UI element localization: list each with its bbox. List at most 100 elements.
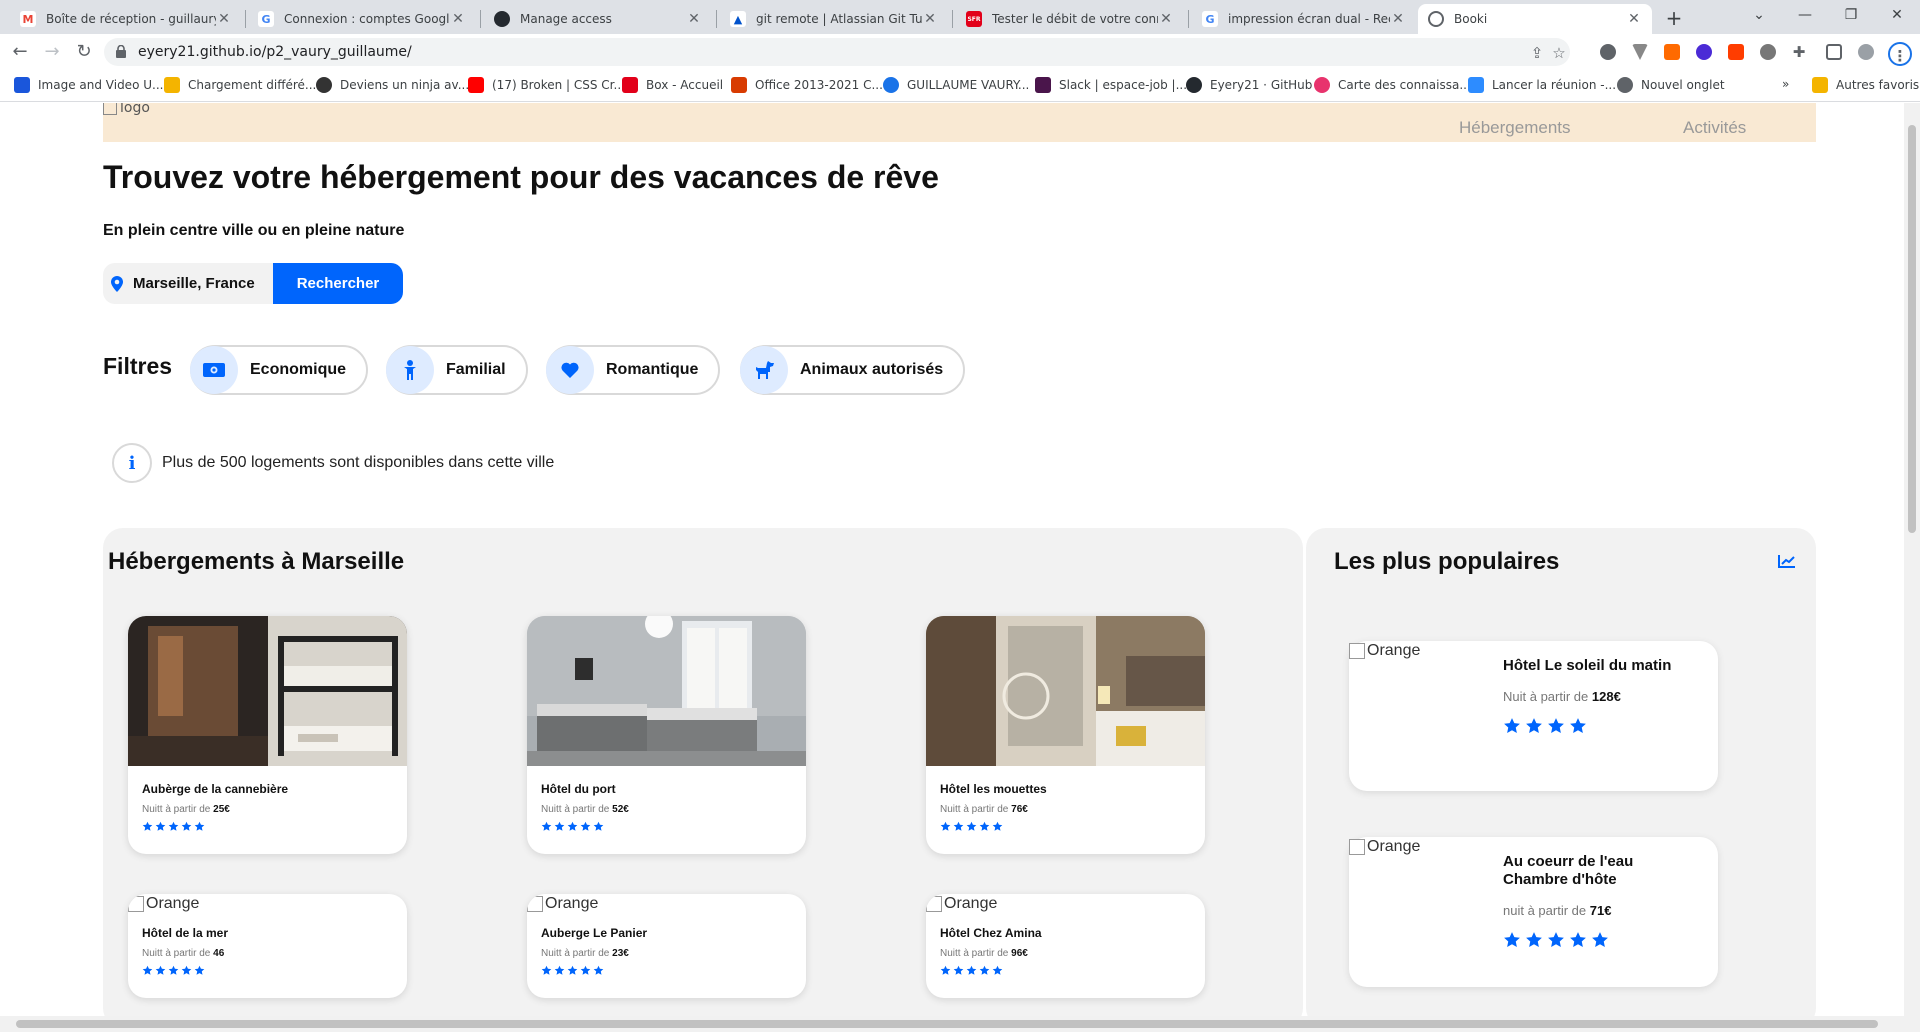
extension-orange-icon[interactable]: [1664, 44, 1680, 60]
hebergement-card[interactable]: Orange Hôtel de la mer Nuitt à partir de…: [128, 894, 407, 998]
hotel-photo: [128, 616, 407, 766]
restore-button[interactable]: ❐: [1828, 0, 1874, 30]
close-icon[interactable]: ✕: [1626, 11, 1642, 27]
hotel-photo: [527, 616, 806, 766]
filter-familial[interactable]: Familial: [386, 345, 528, 395]
close-icon[interactable]: ✕: [216, 11, 232, 27]
back-button[interactable]: ←: [8, 40, 32, 64]
url-text[interactable]: eyery21.github.io/p2_vaury_guillaume/: [138, 44, 412, 60]
bookmark-favicon-icon: [14, 77, 30, 93]
star-icon: [554, 821, 565, 831]
broken-image-icon: [103, 103, 117, 115]
reload-button[interactable]: ↻: [72, 40, 96, 64]
scrollbar-thumb[interactable]: [1908, 125, 1916, 533]
extensions-puzzle-icon[interactable]: ✚: [1790, 43, 1808, 61]
address-bar[interactable]: eyery21.github.io/p2_vaury_guillaume/ ⇪ …: [104, 38, 1570, 66]
popular-card[interactable]: Orange Au coeurr de l'eau Chambre d'hôte…: [1349, 837, 1718, 987]
close-window-button[interactable]: ✕: [1874, 0, 1920, 30]
minimize-button[interactable]: —: [1782, 0, 1828, 30]
filter-animaux[interactable]: Animaux autorisés: [740, 345, 966, 395]
search-button[interactable]: Rechercher: [273, 263, 403, 304]
gmail-icon: M: [20, 11, 36, 27]
dog-icon: [740, 346, 788, 394]
search-field[interactable]: [103, 263, 273, 304]
sidepanel-icon[interactable]: [1826, 44, 1842, 60]
forward-button[interactable]: →: [40, 40, 64, 64]
lock-icon: [116, 45, 126, 58]
menu-kebab-icon[interactable]: ⋮: [1888, 42, 1912, 66]
close-icon[interactable]: ✕: [1158, 11, 1174, 27]
more-bookmarks-button[interactable]: »: [1782, 77, 1789, 91]
close-icon[interactable]: ✕: [686, 11, 702, 27]
star-icon: [580, 821, 591, 831]
hebergement-card[interactable]: Hôtel du port Nuitt à partir de 52€: [527, 616, 806, 854]
logo[interactable]: logo: [103, 103, 150, 116]
tab-search-button[interactable]: ⌄: [1736, 0, 1782, 30]
map-pin-icon: [111, 275, 123, 292]
bookmark-item[interactable]: Chargement différé...: [164, 77, 316, 93]
browser-tab-6[interactable]: G impression écran dual - Recherc ✕: [1192, 4, 1416, 34]
star-icon: [541, 821, 552, 831]
wordpress-icon[interactable]: [1600, 44, 1616, 60]
nav-link-activites[interactable]: Activités: [1683, 118, 1746, 138]
zoom-icon: [1468, 77, 1484, 93]
bookmark-item[interactable]: Slack | espace-job |...: [1035, 77, 1187, 93]
star-icon: [194, 965, 205, 975]
hebergement-card[interactable]: Orange Hôtel Chez Amina Nuitt à partir d…: [926, 894, 1205, 998]
bookmark-favicon-icon: [316, 77, 332, 93]
star-icon: [1570, 718, 1586, 733]
bookmark-item[interactable]: Eyery21 · GitHub: [1186, 77, 1312, 93]
other-bookmarks-folder[interactable]: Autres favoris: [1812, 77, 1919, 93]
browser-tab-1[interactable]: M Boîte de réception - guillaury.gv ✕: [10, 4, 242, 34]
page-title: Trouvez votre hébergement pour des vacan…: [103, 159, 939, 195]
bookmark-item[interactable]: Office 2013-2021 C...: [731, 77, 883, 93]
star-icon: [1504, 718, 1520, 733]
close-icon[interactable]: ✕: [450, 11, 466, 27]
share-icon[interactable]: ⇪: [1528, 44, 1546, 62]
bookmark-item[interactable]: Deviens un ninja av...: [316, 77, 469, 93]
bookmark-item[interactable]: (17) Broken | CSS Cr...: [468, 77, 625, 93]
browser-tab-5[interactable]: SFR Tester le débit de votre connexio ✕: [956, 4, 1184, 34]
bookmark-star-icon[interactable]: ☆: [1550, 44, 1568, 62]
browser-tab-3[interactable]: Manage access ✕: [484, 4, 712, 34]
close-icon[interactable]: ✕: [922, 11, 938, 27]
section-title: Hébergements à Marseille: [108, 548, 405, 575]
hotel-price: Nuitt à partir de 76€: [940, 804, 1028, 815]
browser-tab-4[interactable]: ▲ git remote | Atlassian Git Tutoria ✕: [720, 4, 948, 34]
bookmark-favicon-icon: [731, 77, 747, 93]
bookmark-favicon-icon: [164, 77, 180, 93]
bookmark-item[interactable]: Lancer la réunion -...: [1468, 77, 1616, 93]
scrollbar-thumb[interactable]: [16, 1020, 1878, 1028]
filter-economique[interactable]: Economique: [190, 345, 369, 395]
vertical-scrollbar[interactable]: [1904, 103, 1920, 1016]
extension-percent-icon[interactable]: [1728, 44, 1744, 60]
browser-tab-2[interactable]: G Connexion : comptes Google ✕: [248, 4, 476, 34]
hebergement-card[interactable]: Orange Auberge Le Panier Nuitt à partir …: [527, 894, 806, 998]
browser-tab-active[interactable]: Booki ✕: [1418, 4, 1652, 34]
search-input[interactable]: [133, 275, 263, 292]
hebergement-card[interactable]: Hôtel les mouettes Nuitt à partir de 76€: [926, 616, 1205, 854]
extension-gray-icon[interactable]: [1760, 44, 1776, 60]
profile-avatar[interactable]: [1858, 44, 1874, 60]
nav-link-hebergements[interactable]: Hébergements: [1459, 118, 1571, 138]
star-icon: [953, 821, 964, 831]
horizontal-scrollbar[interactable]: [0, 1016, 1920, 1032]
extension-purple-icon[interactable]: [1696, 44, 1712, 60]
star-icon: [155, 965, 166, 975]
star-icon: [966, 821, 977, 831]
bookmark-item[interactable]: Nouvel onglet: [1617, 77, 1725, 93]
bookmark-item[interactable]: Carte des connaissa...: [1314, 77, 1471, 93]
filter-romantique[interactable]: Romantique: [546, 345, 721, 395]
star-icon: [168, 965, 179, 975]
trending-chart-icon[interactable]: [1778, 554, 1796, 568]
vue-devtools-icon[interactable]: [1632, 44, 1648, 60]
bookmark-item[interactable]: GUILLAUME VAURY...: [883, 77, 1029, 93]
popular-card[interactable]: Orange Hôtel Le soleil du matin Nuit à p…: [1349, 641, 1718, 791]
bookmark-item[interactable]: Image and Video U...: [14, 77, 163, 93]
google-icon: G: [258, 11, 274, 27]
hebergement-card[interactable]: Aubèrge de la cannebière Nuitt à partir …: [128, 616, 407, 854]
bookmark-item[interactable]: Box - Accueil: [622, 77, 723, 93]
close-icon[interactable]: ✕: [1390, 11, 1406, 27]
new-tab-button[interactable]: +: [1660, 4, 1688, 32]
star-icon: [979, 821, 990, 831]
